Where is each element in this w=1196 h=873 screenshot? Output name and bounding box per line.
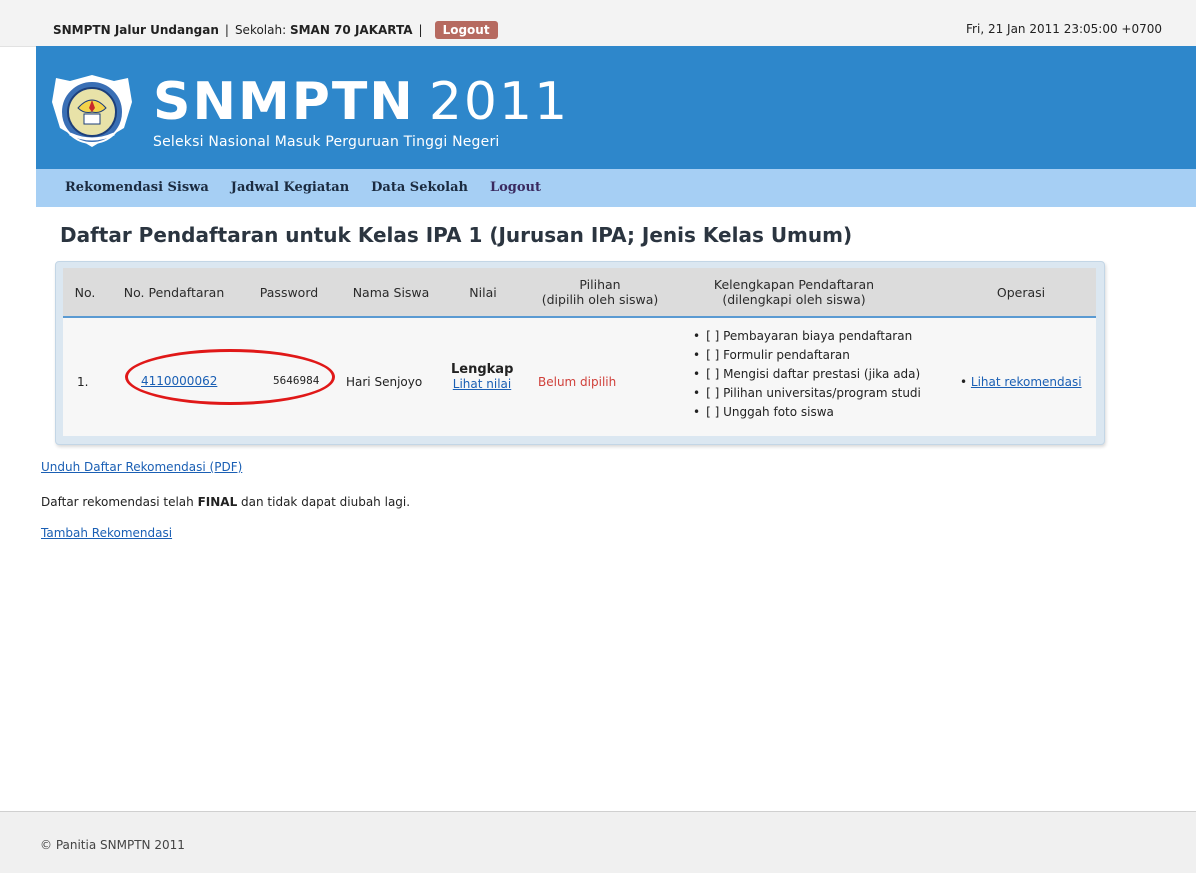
final-text-before: Daftar rekomendasi telah	[41, 495, 198, 509]
score-status: Lengkap	[451, 362, 514, 377]
app-name: SNMPTN Jalur Undangan	[53, 23, 219, 37]
highlight-annotation-ring	[125, 349, 335, 405]
page-title: Daftar Pendaftaran untuk Kelas IPA 1 (Ju…	[60, 223, 853, 247]
col-header-choice: Pilihan (dipilih oleh siswa)	[523, 268, 677, 316]
separator: |	[418, 23, 423, 37]
footer-copyright: © Panitia SNMPTN 2011	[40, 838, 185, 852]
col-header-completeness-title: Kelengkapan Pendaftaran	[713, 277, 875, 292]
nav-item-rekomendasi-siswa[interactable]: Rekomendasi Siswa	[65, 180, 209, 195]
cell-name: Hari Senjoyo	[346, 375, 423, 389]
col-header-completeness-note: (dilengkapi oleh siswa)	[722, 292, 866, 307]
site-header: SNMPTN 2011 Seleksi Nasional Masuk Pergur…	[36, 46, 1196, 169]
col-header-choice-note: (dipilih oleh siswa)	[541, 292, 659, 307]
download-row: Unduh Daftar Rekomendasi (PDF)	[41, 460, 242, 474]
col-header-password: Password	[259, 284, 319, 300]
checklist-item-program-choice: [ ] Pilihan universitas/program studi	[693, 384, 921, 403]
footer: © Panitia SNMPTN 2011	[0, 811, 1196, 873]
brand-title-year: 2011	[428, 72, 570, 132]
final-text-bold: FINAL	[197, 495, 238, 509]
brand-title: SNMPTN 2011	[153, 76, 569, 128]
tut-wuri-handayani-seal-icon	[48, 72, 136, 150]
col-header-reg-no: No. Pendaftaran	[123, 284, 225, 300]
view-recommendation-link[interactable]: Lihat rekomendasi	[971, 375, 1082, 389]
nav-item-logout[interactable]: Logout	[490, 180, 541, 195]
add-row: Tambah Rekomendasi	[41, 526, 172, 540]
logout-button[interactable]: Logout	[434, 21, 498, 39]
cell-choice: Belum dipilih	[538, 375, 617, 389]
col-header-operation: Operasi	[996, 284, 1046, 300]
checklist-item-payment: [ ] Pembayaran biaya pendaftaran	[693, 327, 921, 346]
checklist-item-photo-upload: [ ] Unggah foto siswa	[693, 403, 921, 422]
table-header: No. No. Pendaftaran Password Nama Siswa …	[63, 268, 1096, 318]
school-name: SMAN 70 JAKARTA	[289, 23, 413, 37]
col-header-completeness: Kelengkapan Pendaftaran (dilengkapi oleh…	[683, 268, 905, 316]
checklist-item-achievements: [ ] Mengisi daftar prestasi (jika ada)	[693, 365, 921, 384]
brand-subtitle: Seleksi Nasional Masuk Perguruan Tinggi …	[153, 134, 500, 150]
bullet: •	[960, 375, 971, 389]
checklist-item-form: [ ] Formulir pendaftaran	[693, 346, 921, 365]
separator: |	[224, 23, 229, 37]
session-info: SNMPTN Jalur Undangan | Sekolah: SMAN 70…	[53, 20, 498, 40]
current-datetime: Fri, 21 Jan 2011 23:05:00 +0700	[966, 22, 1162, 36]
col-header-name: Nama Siswa	[352, 284, 430, 300]
final-notice: Daftar rekomendasi telah FINAL dan tidak…	[41, 495, 410, 509]
brand-title-main: SNMPTN	[153, 72, 415, 132]
cell-operation: • Lihat rekomendasi	[960, 375, 1082, 389]
download-pdf-link[interactable]: Unduh Daftar Rekomendasi (PDF)	[41, 460, 242, 474]
cell-score: Lengkap Lihat nilai	[451, 362, 513, 391]
school-label: Sekolah:	[234, 23, 287, 37]
top-bar: SNMPTN Jalur Undangan | Sekolah: SMAN 70…	[0, 0, 1196, 47]
nav-item-jadwal-kegiatan[interactable]: Jadwal Kegiatan	[231, 180, 349, 195]
cell-completeness: [ ] Pembayaran biaya pendaftaran [ ] For…	[693, 327, 921, 422]
col-header-no: No.	[74, 284, 96, 300]
final-text-after: dan tidak dapat diubah lagi.	[237, 495, 411, 509]
view-score-link[interactable]: Lihat nilai	[453, 377, 511, 391]
cell-no: 1.	[77, 375, 89, 389]
completeness-checklist: [ ] Pembayaran biaya pendaftaran [ ] For…	[693, 327, 921, 422]
col-header-choice-title: Pilihan	[579, 277, 621, 292]
brand: SNMPTN 2011 Seleksi Nasional Masuk Pergur…	[153, 76, 569, 150]
add-recommendation-link[interactable]: Tambah Rekomendasi	[41, 526, 172, 540]
nav-item-data-sekolah[interactable]: Data Sekolah	[371, 180, 468, 195]
main-nav: Rekomendasi Siswa Jadwal Kegiatan Data S…	[36, 169, 1196, 207]
col-header-score: Nilai	[469, 284, 497, 300]
